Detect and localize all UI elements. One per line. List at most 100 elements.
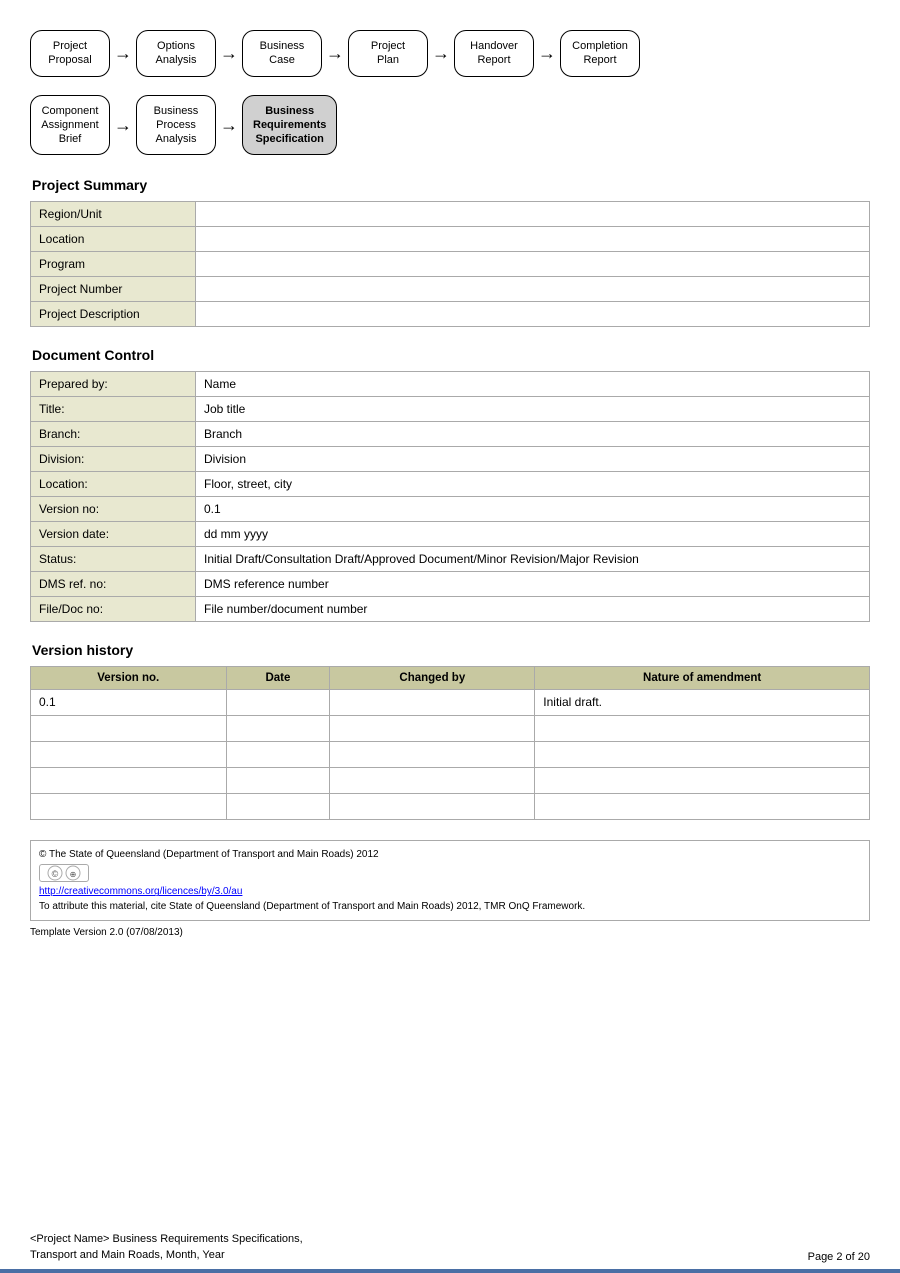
table-row: Project Description: [31, 302, 870, 327]
col-changed-by: Changed by: [330, 667, 535, 690]
value-version-no: 0.1: [196, 497, 870, 522]
table-row: Prepared by: Name: [31, 372, 870, 397]
table-row: Location: Floor, street, city: [31, 472, 870, 497]
version-number-cell: [31, 742, 227, 768]
version-number-cell: 0.1: [31, 690, 227, 716]
flow-node-handover-report: HandoverReport: [454, 30, 534, 77]
flow-arrow-1: [114, 43, 132, 64]
label-version-date: Version date:: [31, 522, 196, 547]
value-status: Initial Draft/Consultation Draft/Approve…: [196, 547, 870, 572]
changed-by-cell: [330, 716, 535, 742]
version-history-heading: Version history: [30, 642, 870, 658]
col-amendment: Nature of amendment: [535, 667, 870, 690]
amendment-cell: [535, 768, 870, 794]
amendment-cell: [535, 742, 870, 768]
flow-arrow-7: [220, 115, 238, 136]
amendment-cell: [535, 716, 870, 742]
value-program: [196, 252, 870, 277]
value-file-doc: File number/document number: [196, 597, 870, 622]
flow-node-business-case: BusinessCase: [242, 30, 322, 77]
value-location: [196, 227, 870, 252]
value-version-date: dd mm yyyy: [196, 522, 870, 547]
page: ProjectProposal OptionsAnalysis Business…: [0, 0, 900, 1273]
table-row: Branch: Branch: [31, 422, 870, 447]
amendment-cell: Initial draft.: [535, 690, 870, 716]
value-division: Division: [196, 447, 870, 472]
label-title: Title:: [31, 397, 196, 422]
value-location-doc: Floor, street, city: [196, 472, 870, 497]
copyright-box: © The State of Queensland (Department of…: [30, 840, 870, 921]
page-footer: <Project Name> Business Requirements Spe…: [0, 1226, 900, 1273]
date-cell: [226, 794, 330, 820]
table-header-row: Version no. Date Changed by Nature of am…: [31, 667, 870, 690]
table-row: Title: Job title: [31, 397, 870, 422]
value-prepared-by: Name: [196, 372, 870, 397]
project-summary-heading: Project Summary: [30, 177, 870, 193]
amendment-cell: [535, 794, 870, 820]
license-url[interactable]: http://creativecommons.org/licences/by/3…: [39, 886, 861, 897]
table-row: Region/Unit: [31, 202, 870, 227]
flow-diagram-2: ComponentAssignmentBrief BusinessProcess…: [30, 95, 870, 156]
flow-arrow-3: [326, 43, 344, 64]
version-number-cell: [31, 768, 227, 794]
creative-commons-icon: © ⊕: [39, 864, 89, 882]
flow-node-options-analysis: OptionsAnalysis: [136, 30, 216, 77]
flow-node-completion-report: CompletionReport: [560, 30, 640, 77]
flow-row-2: ComponentAssignmentBrief BusinessProcess…: [30, 95, 870, 156]
project-summary-table: Region/Unit Location Program Project Num…: [30, 201, 870, 327]
table-row: [31, 742, 870, 768]
page-number: Page 2 of 20: [808, 1251, 870, 1263]
value-project-description: [196, 302, 870, 327]
col-date: Date: [226, 667, 330, 690]
table-row: Project Number: [31, 277, 870, 302]
flow-arrow-2: [220, 43, 238, 64]
footer-line: [0, 1269, 900, 1273]
flow-node-business-process: BusinessProcessAnalysis: [136, 95, 216, 156]
label-version-no: Version no:: [31, 497, 196, 522]
value-dms-ref: DMS reference number: [196, 572, 870, 597]
version-history-table: Version no. Date Changed by Nature of am…: [30, 666, 870, 820]
flow-arrow-4: [432, 43, 450, 64]
label-location-doc: Location:: [31, 472, 196, 497]
footer-left: <Project Name> Business Requirements Spe…: [30, 1232, 303, 1263]
table-row: Version date: dd mm yyyy: [31, 522, 870, 547]
label-file-doc: File/Doc no:: [31, 597, 196, 622]
table-row: Version no: 0.1: [31, 497, 870, 522]
flow-arrow-6: [114, 115, 132, 136]
date-cell: [226, 742, 330, 768]
label-status: Status:: [31, 547, 196, 572]
value-branch: Branch: [196, 422, 870, 447]
flow-node-project-plan: ProjectPlan: [348, 30, 428, 77]
changed-by-cell: [330, 768, 535, 794]
label-branch: Branch:: [31, 422, 196, 447]
footer-content: <Project Name> Business Requirements Spe…: [0, 1226, 900, 1269]
table-row: DMS ref. no: DMS reference number: [31, 572, 870, 597]
label-location: Location: [31, 227, 196, 252]
value-project-number: [196, 277, 870, 302]
label-dms-ref: DMS ref. no:: [31, 572, 196, 597]
label-region-unit: Region/Unit: [31, 202, 196, 227]
value-region-unit: [196, 202, 870, 227]
label-prepared-by: Prepared by:: [31, 372, 196, 397]
flow-node-component-assignment: ComponentAssignmentBrief: [30, 95, 110, 156]
document-control-heading: Document Control: [30, 347, 870, 363]
date-cell: [226, 768, 330, 794]
label-project-description: Project Description: [31, 302, 196, 327]
table-row: [31, 768, 870, 794]
version-number-cell: [31, 794, 227, 820]
table-row: 0.1 Initial draft.: [31, 690, 870, 716]
table-row: File/Doc no: File number/document number: [31, 597, 870, 622]
date-cell: [226, 716, 330, 742]
label-program: Program: [31, 252, 196, 277]
table-row: Program: [31, 252, 870, 277]
flow-arrow-5: [538, 43, 556, 64]
table-row: Status: Initial Draft/Consultation Draft…: [31, 547, 870, 572]
changed-by-cell: [330, 690, 535, 716]
changed-by-cell: [330, 794, 535, 820]
flow-node-project-proposal: ProjectProposal: [30, 30, 110, 77]
label-division: Division:: [31, 447, 196, 472]
table-row: [31, 716, 870, 742]
flow-row-1: ProjectProposal OptionsAnalysis Business…: [30, 30, 870, 77]
copyright-text: © The State of Queensland (Department of…: [39, 849, 861, 860]
flow-diagram-1: ProjectProposal OptionsAnalysis Business…: [30, 30, 870, 77]
